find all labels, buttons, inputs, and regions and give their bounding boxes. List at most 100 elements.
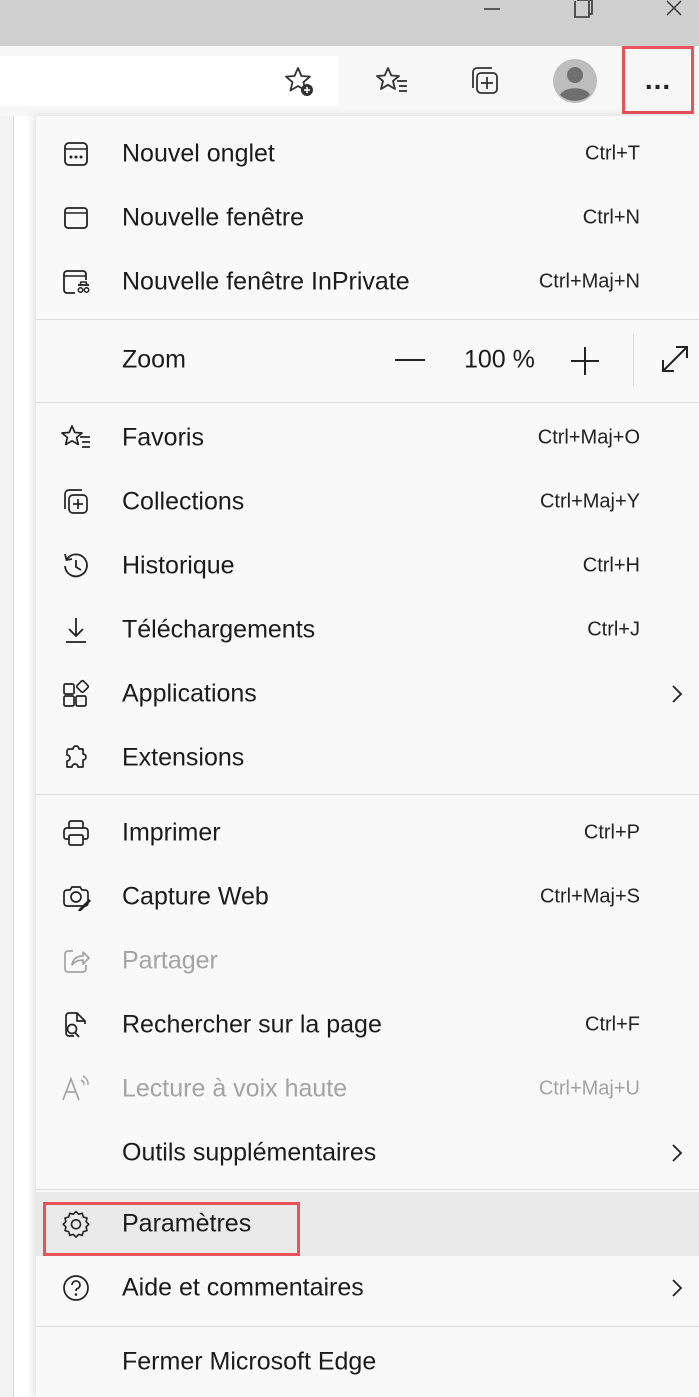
apps-icon — [63, 679, 90, 707]
menu-item-label: Outils supplémentaires — [122, 1138, 377, 1167]
menu-divider — [36, 1189, 699, 1190]
menu-item-label: Lecture à voix haute — [122, 1074, 348, 1103]
menu-divider — [36, 1326, 699, 1327]
menu-item-zoom: Zoom 100 % — [36, 320, 699, 400]
menu-item-label: Aide et commentaires — [122, 1273, 364, 1302]
menu-item-shortcut: Ctrl+Maj+O — [537, 426, 640, 449]
minimize-icon — [484, 8, 500, 10]
menu-item-label: Favoris — [122, 423, 204, 452]
menu-item-new-inprivate-window[interactable]: Nouvelle fenêtre InPrivate Ctrl+Maj+N — [36, 250, 699, 314]
help-icon — [63, 1275, 89, 1301]
menu-item-label: Capture Web — [122, 882, 269, 911]
page-edge — [0, 116, 14, 1397]
menu-item-label: Nouvel onglet — [122, 139, 275, 168]
zoom-in-button[interactable] — [568, 344, 602, 378]
history-icon — [64, 553, 88, 578]
menu-item-label: Téléchargements — [122, 615, 316, 644]
menu-item-extensions[interactable]: Extensions — [36, 726, 699, 790]
full-screen-icon — [662, 346, 688, 372]
menu-item-more-tools[interactable]: Outils supplémentaires — [36, 1121, 699, 1185]
menu-item-new-window[interactable]: Nouvelle fenêtre Ctrl+N — [36, 186, 699, 250]
print-icon — [63, 820, 89, 846]
collections-icon — [472, 67, 498, 94]
browser-toolbar: ... — [0, 46, 699, 116]
menu-item-find-on-page[interactable]: Rechercher sur la page Ctrl+F — [36, 993, 699, 1057]
menu-item-read-aloud: Lecture à voix haute Ctrl+Maj+U — [36, 1057, 699, 1121]
download-icon — [66, 618, 86, 643]
star-list-icon — [376, 67, 407, 92]
menu-item-web-capture[interactable]: Capture Web Ctrl+Maj+S — [36, 865, 699, 929]
close-icon — [666, 0, 682, 16]
menu-item-history[interactable]: Historique Ctrl+H — [36, 534, 699, 598]
share-icon — [64, 950, 90, 973]
menu-item-label: Applications — [122, 679, 257, 708]
menu-item-label: Imprimer — [122, 818, 221, 847]
menu-item-shortcut: Ctrl+P — [583, 821, 640, 844]
avatar — [553, 59, 597, 103]
menu-item-share: Partager — [36, 929, 699, 993]
settings-and-more-menu: Nouvel onglet Ctrl+T Nouvelle fenêtre Ct… — [36, 116, 699, 1397]
new-tab-icon — [64, 142, 88, 166]
menu-item-label: Collections — [122, 487, 245, 516]
menu-item-label: Historique — [122, 551, 235, 580]
favorites-icon — [61, 425, 90, 448]
menu-item-label: Paramètres — [122, 1209, 252, 1238]
menu-item-shortcut: Ctrl+T — [585, 142, 640, 165]
menu-item-shortcut: Ctrl+H — [582, 554, 640, 577]
zoom-controls: 100 % — [36, 320, 699, 400]
menu-item-shortcut: Ctrl+Maj+U — [538, 1077, 640, 1100]
title-bar — [0, 0, 699, 46]
extensions-icon — [66, 745, 87, 768]
collections-icon — [64, 489, 88, 514]
menu-item-label: Nouvelle fenêtre — [122, 203, 305, 232]
menu-item-label: Fermer Microsoft Edge — [122, 1347, 377, 1376]
profile-button[interactable] — [548, 54, 602, 108]
menu-item-shortcut: Ctrl+F — [585, 1013, 640, 1036]
zoom-value: 100 % — [464, 345, 535, 374]
restore-icon — [574, 0, 593, 18]
menu-item-downloads[interactable]: Téléchargements Ctrl+J — [36, 598, 699, 662]
menu-item-collections[interactable]: Collections Ctrl+Maj+Y — [36, 470, 699, 534]
minimize-button[interactable] — [462, 0, 522, 34]
menu-item-label: Extensions — [122, 743, 245, 772]
close-button[interactable] — [644, 0, 699, 34]
more-icon: ... — [644, 64, 672, 95]
zoom-out-button[interactable] — [392, 348, 428, 372]
favorites-button[interactable] — [365, 54, 419, 108]
collections-button[interactable] — [458, 54, 512, 108]
read-aloud-icon — [62, 1075, 89, 1101]
menu-item-label: Partager — [122, 946, 218, 975]
menu-item-shortcut: Ctrl+N — [582, 206, 640, 229]
chevron-right-icon — [672, 1279, 683, 1297]
menu-item-shortcut: Ctrl+J — [587, 618, 640, 641]
menu-item-favorites[interactable]: Favoris Ctrl+Maj+O — [36, 406, 699, 470]
menu-item-new-tab[interactable]: Nouvel onglet Ctrl+T — [36, 122, 699, 186]
menu-item-label: Nouvelle fenêtre InPrivate — [122, 267, 410, 296]
menu-item-apps[interactable]: Applications — [36, 662, 699, 726]
menu-divider — [36, 794, 699, 795]
menu-item-help-and-feedback[interactable]: Aide et commentaires — [36, 1256, 699, 1320]
menu-item-shortcut: Ctrl+Maj+N — [538, 270, 640, 293]
new-window-icon — [64, 207, 88, 229]
zoom-separator — [633, 334, 634, 386]
web-capture-icon — [63, 886, 91, 911]
menu-item-close-edge[interactable]: Fermer Microsoft Edge — [36, 1330, 699, 1394]
chevron-right-icon — [672, 1144, 683, 1162]
chevron-right-icon — [672, 685, 683, 703]
minus-icon — [395, 359, 425, 361]
settings-and-more-button[interactable]: ... — [622, 46, 694, 114]
menu-item-shortcut: Ctrl+Maj+S — [539, 885, 640, 908]
settings-icon — [62, 1210, 90, 1238]
inprivate-icon — [63, 270, 90, 294]
menu-item-shortcut: Ctrl+Maj+Y — [539, 490, 640, 513]
add-favorite-button[interactable] — [272, 54, 326, 108]
menu-item-print[interactable]: Imprimer Ctrl+P — [36, 801, 699, 865]
menu-item-label: Rechercher sur la page — [122, 1010, 382, 1039]
menu-divider — [36, 402, 699, 403]
find-icon — [65, 1012, 86, 1038]
star-plus-icon — [285, 67, 313, 96]
full-screen-button[interactable] — [658, 342, 692, 376]
plus-icon — [571, 347, 599, 375]
menu-item-settings[interactable]: Paramètres — [36, 1192, 699, 1256]
restore-button[interactable] — [553, 0, 613, 34]
